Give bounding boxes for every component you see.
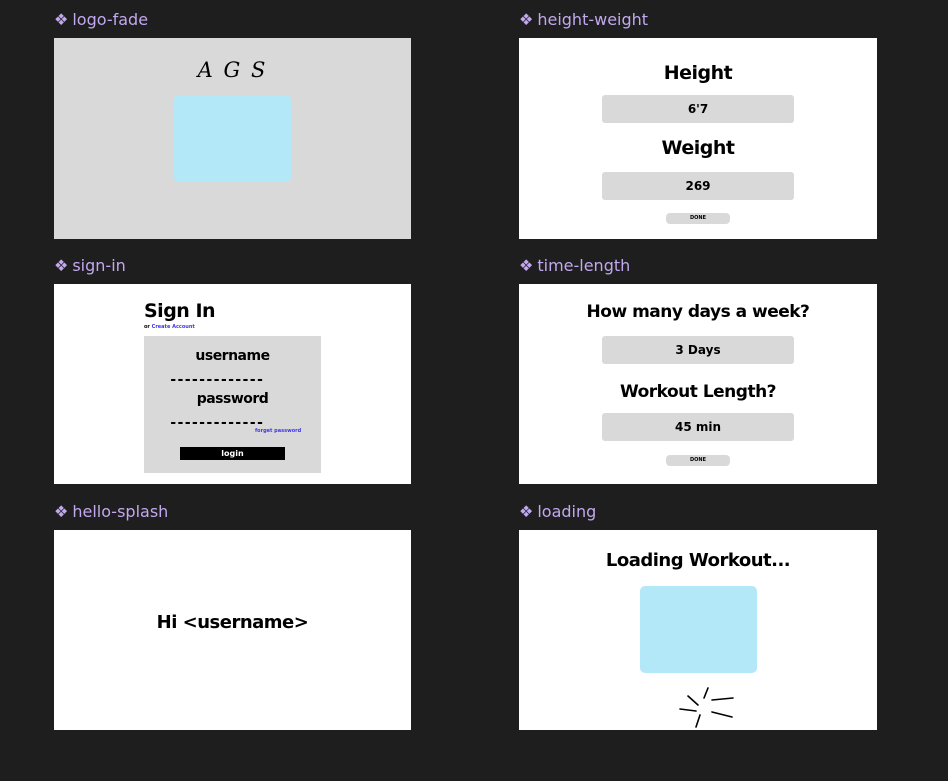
username-input[interactable]: ------------- xyxy=(169,372,264,388)
password-label: password xyxy=(196,391,269,407)
done-button[interactable]: DONE xyxy=(666,213,730,224)
create-account-row: or Create Account xyxy=(144,324,195,330)
frame-label-logo-fade[interactable]: ❖ logo-fade xyxy=(54,10,148,30)
component-diamond-icon: ❖ xyxy=(519,502,534,521)
frame-height-weight[interactable]: Height 6'7 Weight 269 DONE xyxy=(519,38,877,239)
days-input[interactable]: 3 Days xyxy=(602,336,794,364)
username-label: username xyxy=(195,348,270,364)
frame-label-text: logo-fade xyxy=(72,10,149,29)
frame-hello-splash[interactable]: Hi <username> xyxy=(54,530,411,730)
done-button[interactable]: DONE xyxy=(666,455,730,466)
spinner-icon xyxy=(679,687,734,728)
or-text: or xyxy=(144,324,150,330)
frame-label-height-weight[interactable]: ❖ height-weight xyxy=(519,10,648,30)
component-diamond-icon: ❖ xyxy=(54,502,69,521)
height-input[interactable]: 6'7 xyxy=(602,95,794,123)
frame-label-text: sign-in xyxy=(72,256,126,275)
frame-label-text: height-weight xyxy=(537,10,649,29)
frame-label-hello-splash[interactable]: ❖ hello-splash xyxy=(54,502,168,522)
sign-in-panel: username ------------- password --------… xyxy=(144,336,321,473)
frame-label-loading[interactable]: ❖ loading xyxy=(519,502,596,522)
component-diamond-icon: ❖ xyxy=(519,10,534,29)
loading-image-placeholder xyxy=(640,586,757,673)
height-heading: Height xyxy=(663,62,733,84)
frame-label-text: loading xyxy=(537,502,597,521)
loading-heading: Loading Workout... xyxy=(605,550,791,571)
component-diamond-icon: ❖ xyxy=(519,256,534,275)
component-diamond-icon: ❖ xyxy=(54,256,69,275)
greeting-text: Hi <username> xyxy=(156,612,309,633)
logo-text: A G S xyxy=(197,58,268,82)
frame-label-time-length[interactable]: ❖ time-length xyxy=(519,256,630,276)
weight-input[interactable]: 269 xyxy=(602,172,794,200)
length-input[interactable]: 45 min xyxy=(602,413,794,441)
component-diamond-icon: ❖ xyxy=(54,10,69,29)
frame-label-sign-in[interactable]: ❖ sign-in xyxy=(54,256,126,276)
forgot-password-link[interactable]: forget password xyxy=(255,428,301,434)
days-heading: How many days a week? xyxy=(586,302,810,322)
frame-time-length[interactable]: How many days a week? 3 Days Workout Len… xyxy=(519,284,877,484)
password-input[interactable]: ------------- xyxy=(169,415,264,431)
sign-in-title: Sign In xyxy=(144,300,216,322)
logo-image-placeholder xyxy=(174,95,291,182)
frame-loading[interactable]: Loading Workout... xyxy=(519,530,877,730)
weight-heading: Weight xyxy=(661,137,735,159)
frame-label-text: hello-splash xyxy=(72,502,169,521)
frame-sign-in[interactable]: Sign In or Create Account username -----… xyxy=(54,284,411,484)
login-button[interactable]: login xyxy=(180,447,285,460)
create-account-link[interactable]: Create Account xyxy=(152,324,195,330)
length-heading: Workout Length? xyxy=(619,382,777,402)
frame-logo-fade[interactable]: A G S xyxy=(54,38,411,239)
frame-label-text: time-length xyxy=(537,256,631,275)
